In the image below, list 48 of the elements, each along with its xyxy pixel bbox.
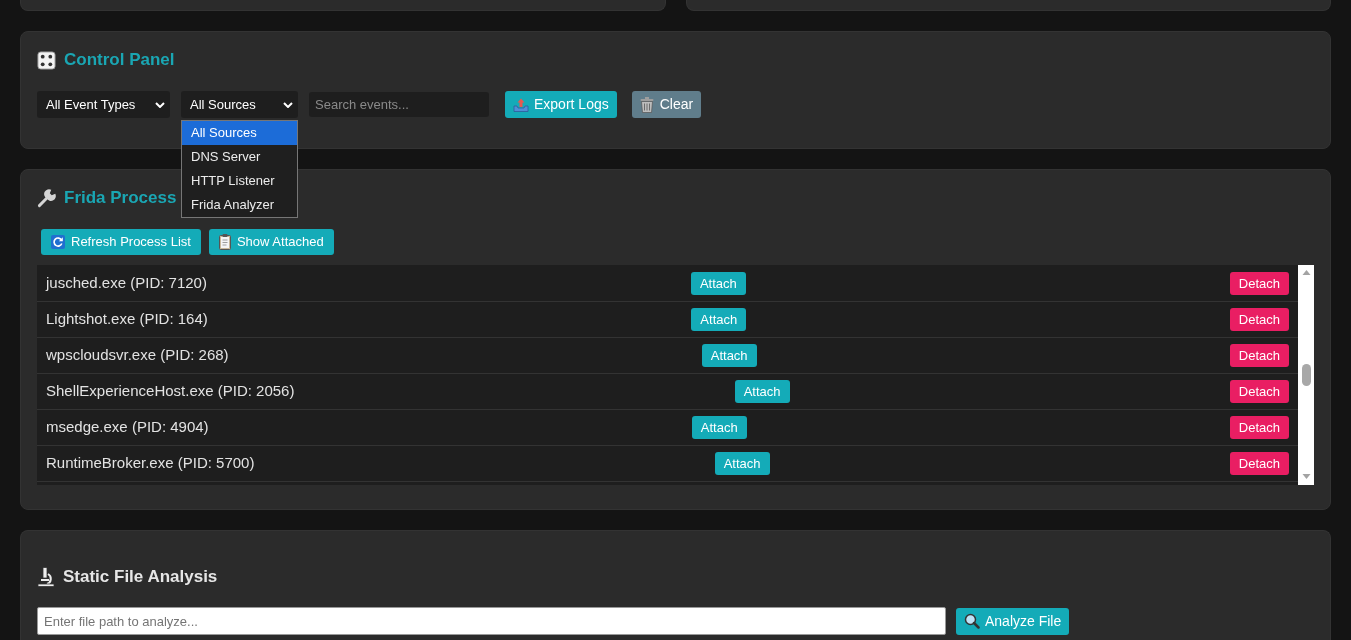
source-select[interactable]: All Sources (181, 91, 298, 118)
scroll-down-arrow-icon[interactable] (1301, 474, 1311, 479)
trash-icon (639, 96, 654, 113)
attach-button[interactable]: Attach (691, 308, 747, 331)
refresh-icon (51, 235, 65, 249)
detach-button[interactable]: Detach (1229, 416, 1289, 439)
event-type-select[interactable]: All Event Types (37, 91, 170, 118)
detach-button[interactable]: Detach (1229, 452, 1289, 475)
clear-button[interactable]: Clear (631, 91, 702, 118)
attach-button[interactable]: Attach (690, 272, 746, 295)
process-name: wpscloudsvr.exe (PID: 268) (46, 345, 229, 366)
dropdown-option[interactable]: HTTP Listener (182, 169, 297, 193)
process-name: msedge.exe (PID: 4904) (46, 417, 209, 438)
process-name: Lightshot.exe (PID: 164) (46, 309, 208, 330)
attach-button[interactable]: Attach (691, 416, 747, 439)
search-icon (964, 613, 980, 629)
detach-button[interactable]: Detach (1229, 380, 1289, 403)
detach-button[interactable]: Detach (1229, 308, 1289, 331)
scrollbar-thumb[interactable] (1301, 364, 1311, 386)
attach-button[interactable]: Attach (714, 452, 770, 475)
wrench-icon (37, 188, 56, 208)
panel-title: Control Panel (64, 49, 175, 71)
export-logs-button[interactable]: Export Logs (505, 91, 617, 118)
process-name: jusched.exe (PID: 7120) (46, 273, 207, 294)
attach-button[interactable]: Attach (701, 344, 757, 367)
search-field[interactable]: Search events... (309, 92, 489, 117)
chevron-down-icon (155, 101, 165, 108)
dropdown-option[interactable]: All Sources (182, 121, 297, 145)
detach-button[interactable]: Detach (1229, 344, 1289, 367)
file-path-field[interactable]: Enter file path to analyze... (37, 607, 946, 635)
scrollbar-track[interactable] (1298, 265, 1314, 485)
dice-icon (37, 50, 56, 70)
clipboard-icon (218, 234, 231, 250)
dropdown-option[interactable]: Frida Analyzer (182, 193, 297, 217)
panel-title: Frida Process (64, 187, 177, 209)
attach-button[interactable]: Attach (734, 380, 790, 403)
scroll-up-arrow-icon[interactable] (1301, 270, 1311, 275)
dropdown-option[interactable]: DNS Server (182, 145, 297, 169)
microscope-icon (37, 567, 55, 587)
detach-button[interactable]: Detach (1229, 272, 1289, 295)
chevron-down-icon (283, 101, 293, 108)
outbox-tray-icon (513, 97, 529, 112)
refresh-process-list-button[interactable]: Refresh Process List (41, 229, 201, 255)
process-name: ShellExperienceHost.exe (PID: 2056) (46, 381, 295, 402)
show-attached-button[interactable]: Show Attached (208, 229, 334, 255)
process-name: RuntimeBroker.exe (PID: 5700) (46, 453, 255, 474)
analyze-file-button[interactable]: Analyze File (956, 607, 1070, 635)
panel-title: Static File Analysis (63, 566, 218, 588)
